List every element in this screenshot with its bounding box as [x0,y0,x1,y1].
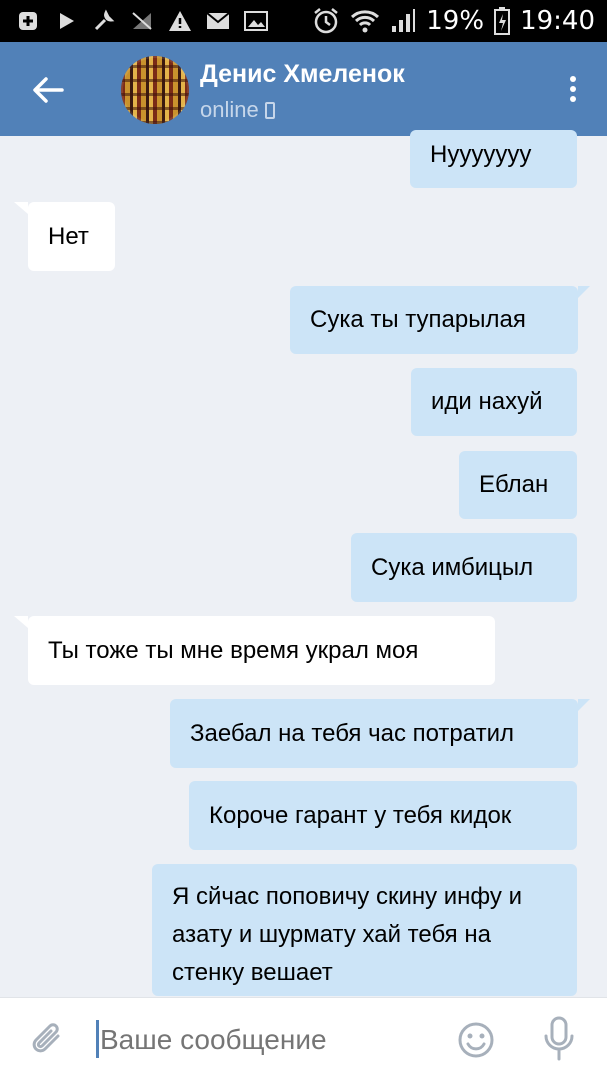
notification-icons [16,8,268,34]
back-arrow-icon[interactable] [28,70,68,110]
contact-name[interactable]: Денис Хмеленок [200,60,405,89]
play-icon [54,9,78,33]
status-bar: 19% 19:40 [0,0,607,42]
text-cursor [96,1020,99,1058]
contact-status: online [200,97,275,123]
photo-icon [244,9,268,33]
message-outgoing[interactable]: Заебал на тебя час потратил [170,699,590,768]
message-outgoing[interactable]: Еблан [459,451,577,519]
battery-percent: 19% [426,6,485,36]
message-composer [0,997,607,1081]
message-outgoing[interactable]: Нууууууу [410,130,577,188]
battery-icon [494,7,511,35]
system-indicators: 19% 19:40 [312,6,595,36]
message-outgoing[interactable]: Сука имбицыл [351,533,577,602]
message-input[interactable] [100,1024,430,1056]
online-status-text: online [200,97,259,122]
message-incoming[interactable]: Ты тоже ты мне время украл моя [14,616,495,685]
more-vert-icon[interactable] [567,76,579,106]
chat-header: Денис Хмеленок online [0,42,607,136]
message-outgoing[interactable]: Я сйчас поповичу скину инфу и азату и шу… [152,864,577,996]
mail-icon [206,9,230,33]
message-outgoing[interactable]: Сука ты тупарылая [290,286,590,354]
plus-badge-icon [16,9,40,33]
warning-icon [168,9,192,33]
phone-icon [264,101,275,119]
message-outgoing[interactable]: Короче гарант у тебя кидок [189,781,577,850]
avatar[interactable] [121,56,189,124]
mic-icon[interactable] [541,1016,577,1062]
wrench-icon [92,9,116,33]
message-incoming[interactable]: Нет [14,202,115,271]
attach-icon[interactable] [28,1020,68,1060]
wifi-icon [350,8,380,34]
signal-icon [390,8,416,34]
no-signal-icon [130,9,154,33]
alarm-icon [312,7,340,35]
message-outgoing[interactable]: иди нахуй [411,368,577,436]
smile-icon[interactable] [456,1020,496,1060]
clock: 19:40 [520,6,595,36]
